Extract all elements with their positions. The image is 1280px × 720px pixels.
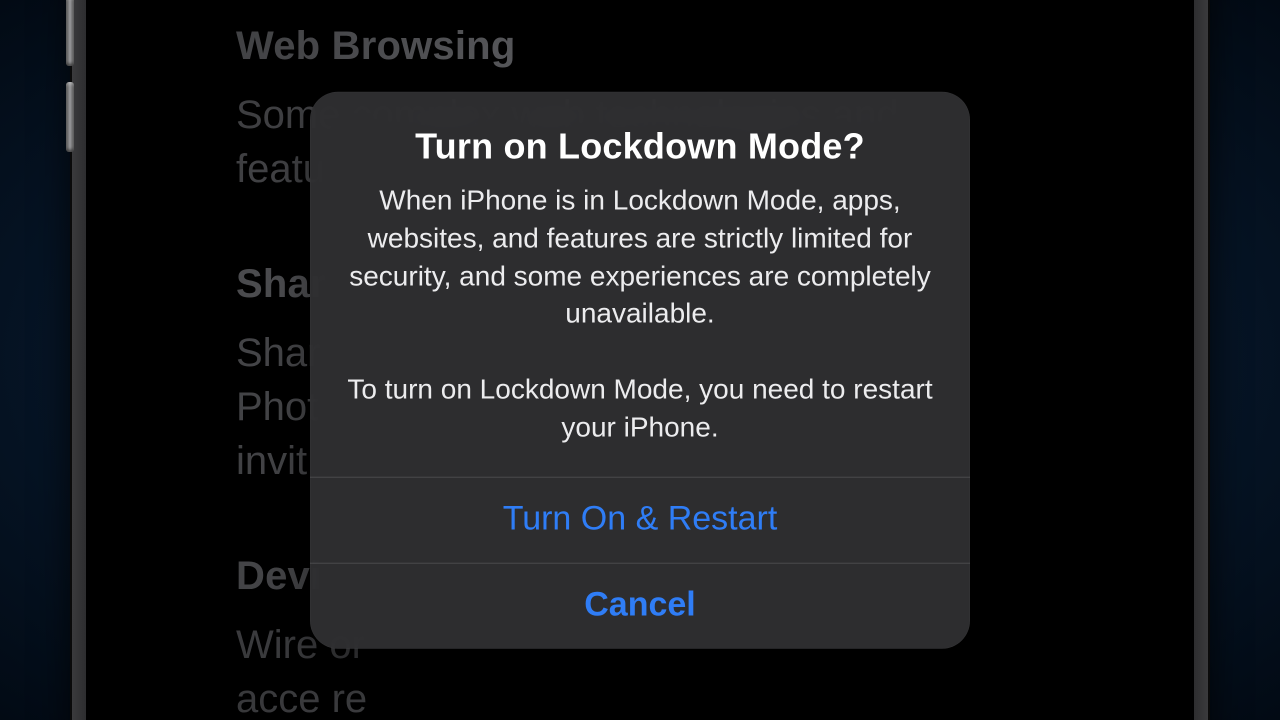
alert-message: When iPhone is in Lockdown Mode, apps, w… <box>344 182 936 447</box>
cancel-button[interactable]: Cancel <box>310 563 970 648</box>
volume-up-button <box>66 0 74 66</box>
alert-body: Turn on Lockdown Mode? When iPhone is in… <box>310 92 970 477</box>
lockdown-mode-alert: Turn on Lockdown Mode? When iPhone is in… <box>310 92 970 649</box>
section-heading: Web Browsing <box>236 22 1044 70</box>
iphone-body: Web Browsing Some complex web technologi… <box>72 0 1208 720</box>
alert-title: Turn on Lockdown Mode? <box>344 126 936 168</box>
volume-down-button <box>66 82 74 152</box>
iphone-screen: Web Browsing Some complex web technologi… <box>86 0 1194 720</box>
turn-on-and-restart-button[interactable]: Turn On & Restart <box>310 477 970 562</box>
product-photo-stage: Web Browsing Some complex web technologi… <box>0 0 1280 720</box>
